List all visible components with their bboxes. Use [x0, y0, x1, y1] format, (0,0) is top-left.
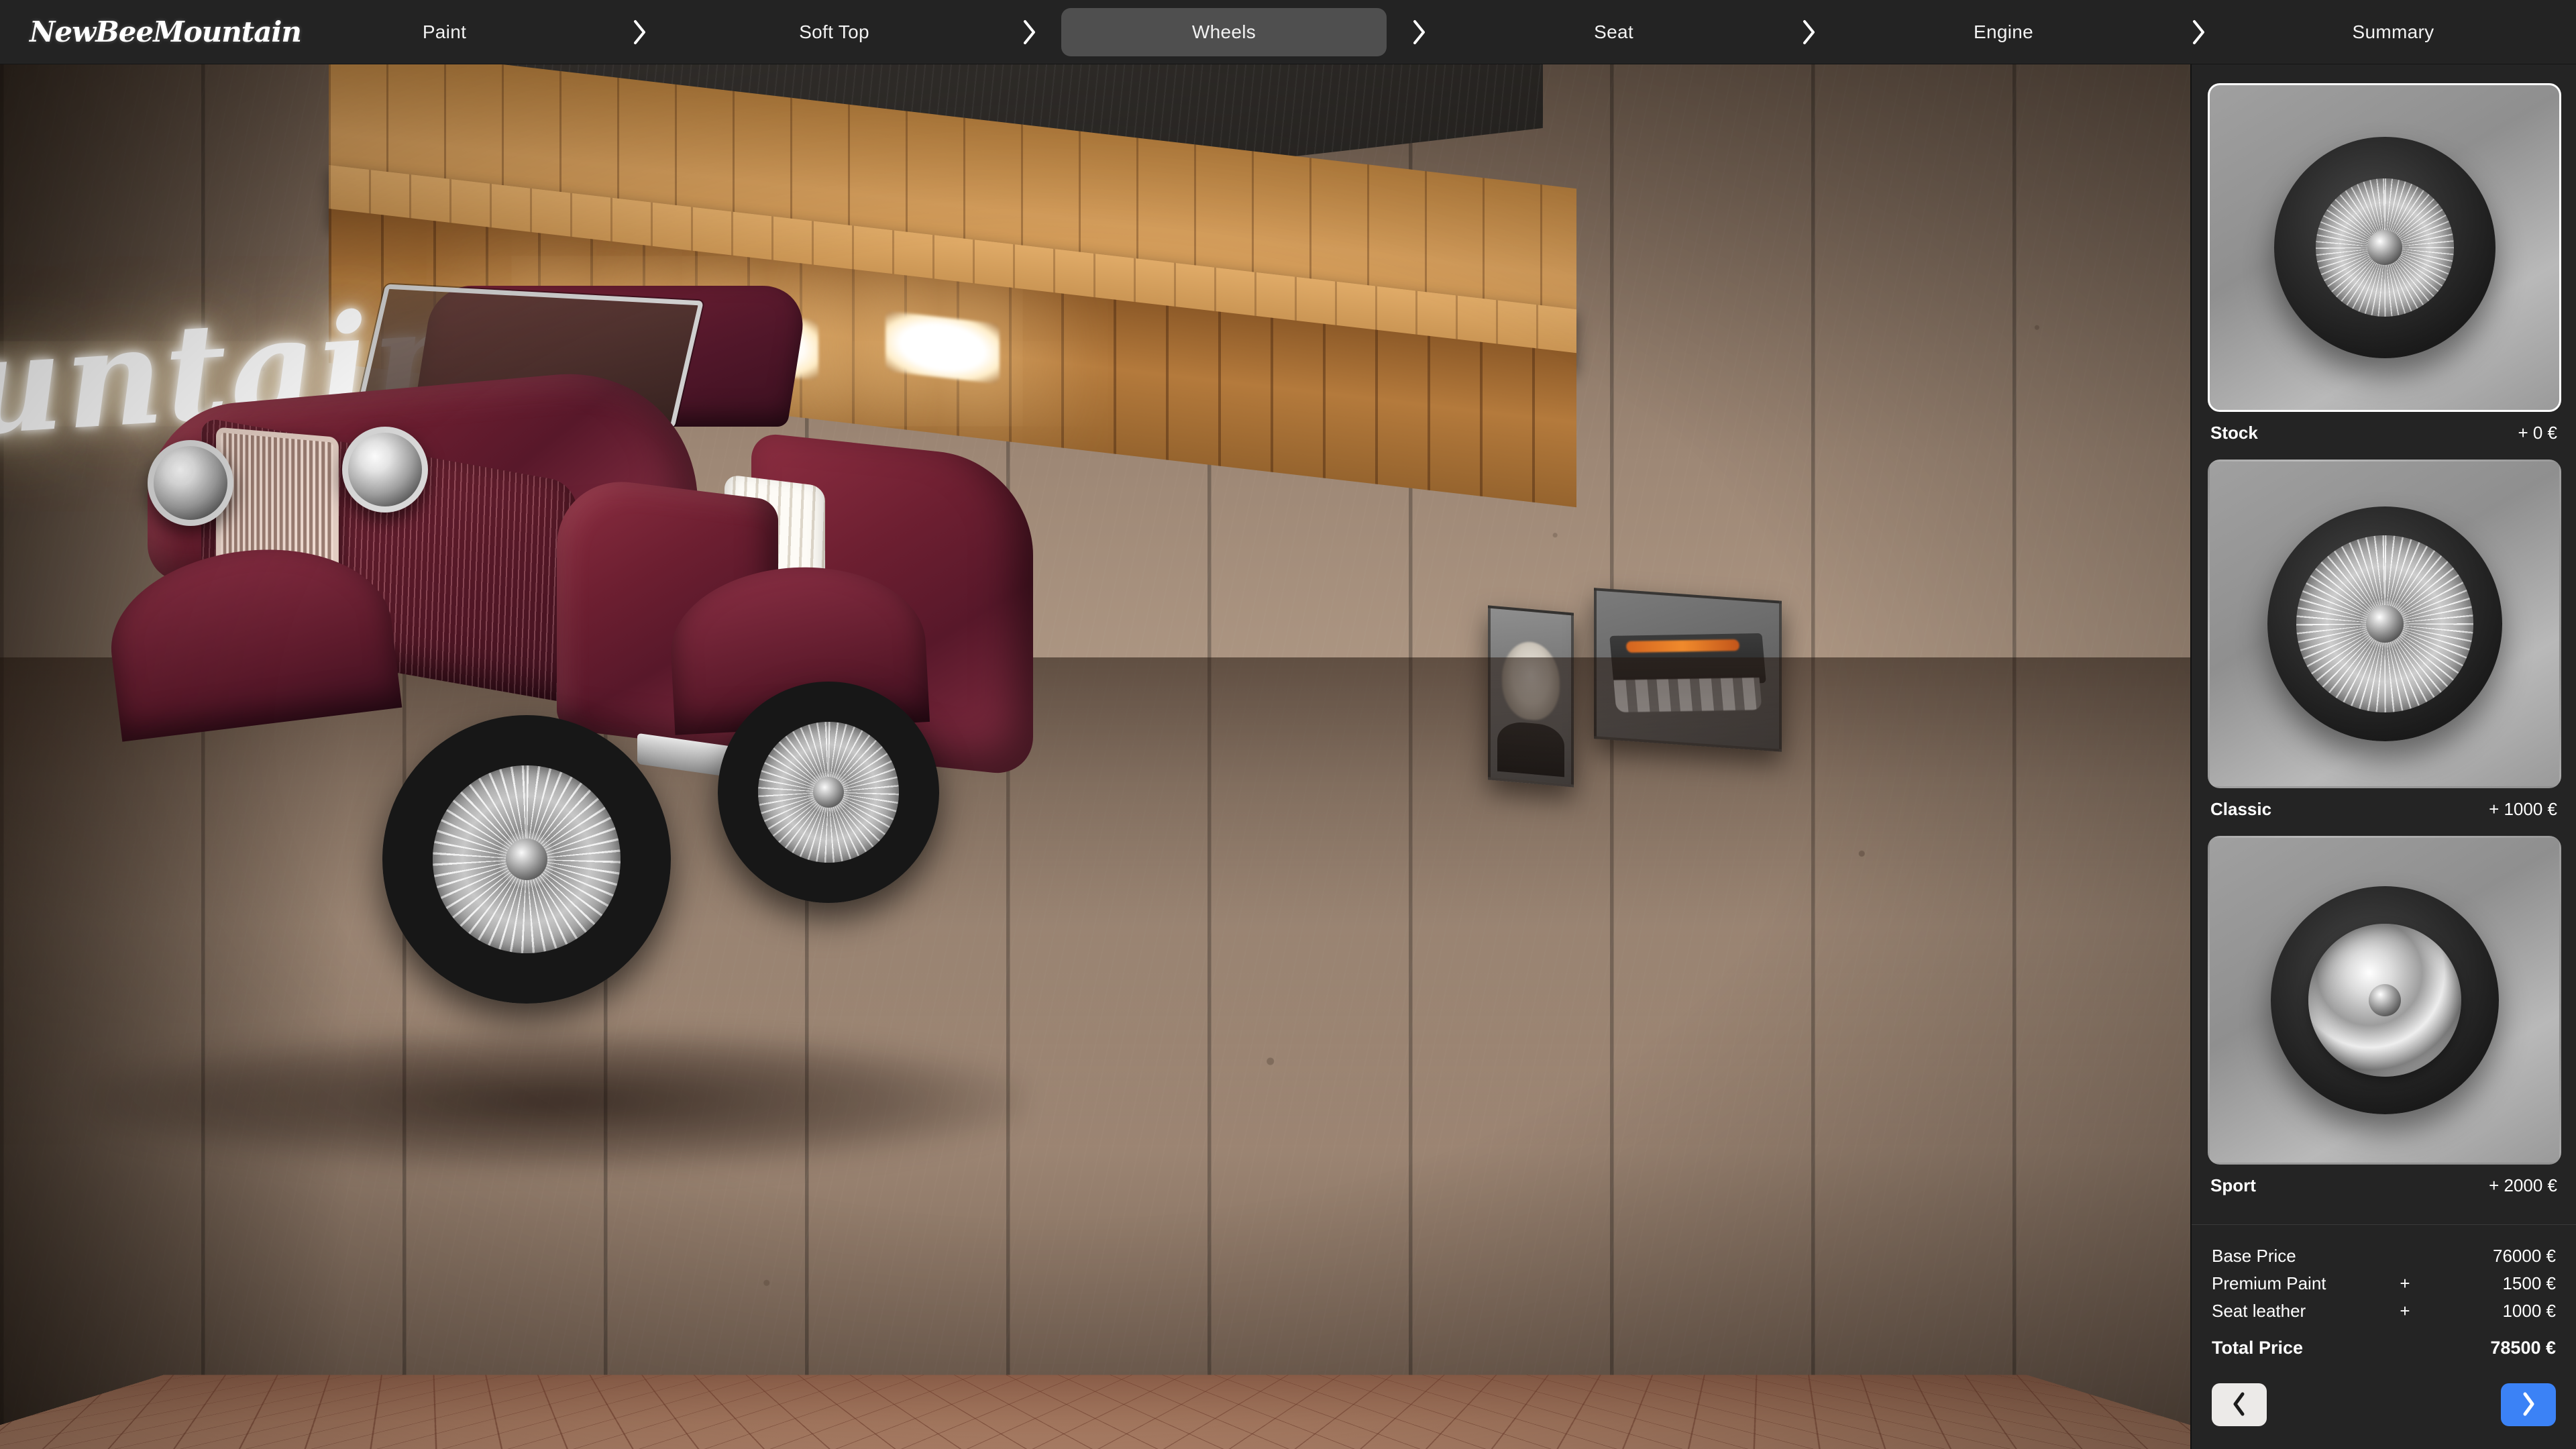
tab-label: Soft Top	[799, 21, 869, 43]
tab-wheels[interactable]: Wheels	[1061, 8, 1387, 56]
summary-label: Premium Paint	[2212, 1273, 2381, 1294]
top-navigation-bar: NewBeeMountain Paint Soft Top Wheels Sea…	[0, 0, 2576, 64]
step-separator-icon-4	[1776, 19, 1841, 46]
wheel-option-list: Stock + 0 € Classic + 1000 € Sport	[2192, 64, 2576, 1212]
tab-engine[interactable]: Engine	[1841, 8, 2166, 56]
summary-row-premium-paint: Premium Paint + 1500 €	[2212, 1270, 2556, 1297]
wheel-hub	[2366, 605, 2404, 643]
step-list: Paint Soft Top Wheels Seat Engine Summar…	[282, 0, 2576, 64]
step-separator-icon-1	[607, 19, 672, 46]
car-headlamp-left	[148, 440, 233, 526]
tab-seat[interactable]: Seat	[1451, 8, 1776, 56]
engine-manifold	[1614, 678, 1762, 712]
portrait-face	[1502, 640, 1560, 722]
brick-floor	[0, 1375, 2190, 1449]
next-step-button[interactable]	[2501, 1383, 2556, 1426]
wheel-option-price: + 0 €	[2518, 423, 2557, 443]
chevron-left-icon	[2231, 1391, 2248, 1419]
wheel-thumbnail-classic	[2208, 460, 2561, 788]
wheel-option-price: + 1000 €	[2489, 799, 2557, 820]
tab-label: Summary	[2353, 21, 2434, 43]
wheel-option-sport[interactable]: Sport + 2000 €	[2208, 836, 2560, 1196]
poster-engine	[1594, 588, 1782, 752]
summary-row-total: Total Price 78500 €	[2212, 1334, 2556, 1362]
summary-row-base-price: Base Price 76000 €	[2212, 1242, 2556, 1270]
brand-logo: NewBeeMountain	[0, 15, 282, 48]
wheel-option-price: + 2000 €	[2489, 1175, 2557, 1196]
vehicle-3d-viewport[interactable]: ountain	[0, 64, 2190, 1449]
summary-label: Base Price	[2212, 1246, 2381, 1267]
wheel-thumbnail-stock	[2208, 83, 2561, 412]
wheel-option-meta: Stock + 0 €	[2208, 412, 2560, 443]
rear-wheel-hub	[813, 777, 844, 808]
portrait-torso	[1497, 720, 1565, 777]
wheel-option-name: Stock	[2210, 423, 2258, 443]
tab-label: Engine	[1974, 21, 2033, 43]
wheel-thumbnail-sport	[2208, 836, 2561, 1165]
front-wheel-hub	[506, 839, 547, 880]
car-ground-shadow	[87, 1030, 1026, 1171]
wheel-option-meta: Classic + 1000 €	[2208, 788, 2560, 820]
wheel-option-classic[interactable]: Classic + 1000 €	[2208, 460, 2560, 820]
summary-value: 76000 €	[2428, 1246, 2556, 1267]
tab-paint[interactable]: Paint	[282, 8, 607, 56]
summary-row-seat-leather: Seat leather + 1000 €	[2212, 1297, 2556, 1325]
summary-plus: +	[2381, 1301, 2428, 1322]
summary-value: 1000 €	[2428, 1301, 2556, 1322]
wheel-option-stock[interactable]: Stock + 0 €	[2208, 83, 2560, 443]
summary-label: Seat leather	[2212, 1301, 2381, 1322]
price-summary-panel: Base Price 76000 € Premium Paint + 1500 …	[2192, 1224, 2576, 1368]
summary-total-value: 78500 €	[2428, 1338, 2556, 1358]
tab-soft-top[interactable]: Soft Top	[672, 8, 997, 56]
tab-summary[interactable]: Summary	[2231, 8, 2556, 56]
chevron-right-icon	[2520, 1391, 2537, 1419]
options-sidebar: Stock + 0 € Classic + 1000 € Sport	[2190, 64, 2576, 1449]
step-separator-icon-3	[1387, 19, 1451, 46]
car-model[interactable]	[47, 286, 1201, 1198]
poster-portrait	[1488, 605, 1574, 787]
wheel-hub	[2367, 230, 2402, 265]
step-separator-icon-5	[2166, 19, 2231, 46]
summary-plus: +	[2381, 1273, 2428, 1294]
car-rear-wheel	[718, 682, 939, 903]
summary-total-label: Total Price	[2212, 1338, 2381, 1358]
step-separator-icon-2	[997, 19, 1061, 46]
previous-step-button[interactable]	[2212, 1383, 2267, 1426]
tab-label: Wheels	[1192, 21, 1256, 43]
wheel-hub	[2369, 984, 2401, 1016]
step-navigation-buttons	[2192, 1368, 2576, 1449]
tab-label: Seat	[1594, 21, 1633, 43]
car-front-wheel	[382, 715, 671, 1004]
summary-value: 1500 €	[2428, 1273, 2556, 1294]
wheel-option-name: Sport	[2210, 1175, 2256, 1196]
engine-glow	[1625, 639, 1739, 653]
car-headlamp-right	[342, 427, 428, 513]
tab-label: Paint	[423, 21, 466, 43]
wheel-option-name: Classic	[2210, 799, 2271, 820]
wheel-option-meta: Sport + 2000 €	[2208, 1165, 2560, 1196]
